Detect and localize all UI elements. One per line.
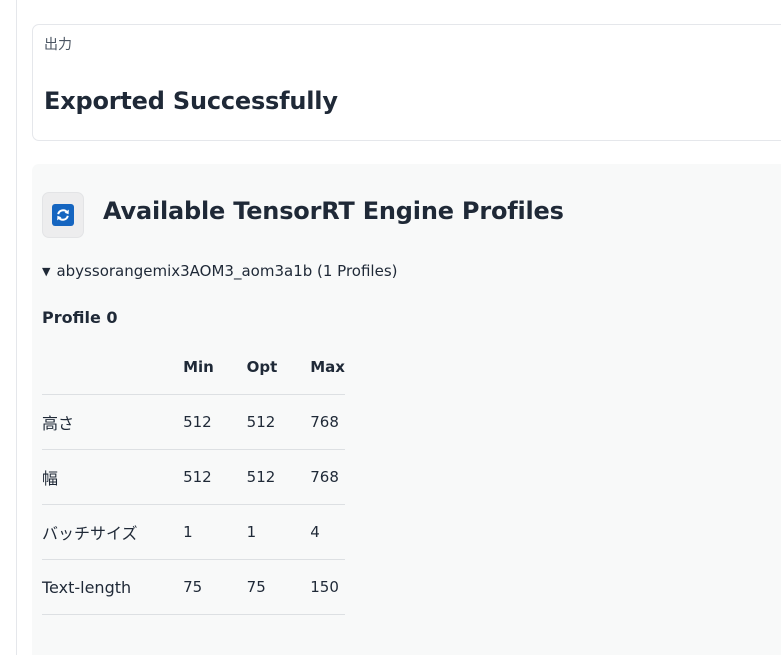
refresh-icon: [52, 204, 74, 226]
model-summary-label: abyssorangemix3AOM3_aom3a1b (1 Profiles): [56, 262, 398, 280]
param-opt: 1: [246, 504, 311, 560]
caret-down-icon: ▼: [42, 265, 51, 278]
param-max: 4: [310, 504, 345, 560]
output-box: 出力 Exported Successfully: [32, 24, 781, 141]
param-min: 512: [183, 394, 247, 450]
table-row: バッチサイズ 1 1 4: [42, 504, 345, 560]
profiles-panel: Available TensorRT Engine Profiles ▼ abys…: [32, 164, 781, 655]
param-name: 幅: [42, 449, 184, 505]
panel-title: Available TensorRT Engine Profiles: [103, 197, 564, 225]
param-max: 768: [310, 394, 345, 450]
table-row: Text-length 75 75 150: [42, 559, 345, 615]
output-label: 出力: [44, 37, 72, 53]
model-summary-toggle[interactable]: ▼ abyssorangemix3AOM3_aom3a1b (1 Profiles…: [42, 262, 398, 280]
param-opt: 512: [246, 449, 311, 505]
left-divider: [16, 0, 17, 655]
param-max: 150: [310, 559, 345, 615]
column-header-min: Min: [183, 340, 247, 395]
profile-table: Min Opt Max 高さ 512 512 768 幅 512 512 768: [42, 340, 345, 615]
param-max: 768: [310, 449, 345, 505]
param-name: バッチサイズ: [42, 504, 184, 560]
param-min: 512: [183, 449, 247, 505]
param-name: Text-length: [42, 559, 184, 615]
table-row: 幅 512 512 768: [42, 449, 345, 505]
table-header-row: Min Opt Max: [42, 340, 345, 395]
param-opt: 512: [246, 394, 311, 450]
param-opt: 75: [246, 559, 311, 615]
column-header-max: Max: [310, 340, 345, 395]
page: 出力 Exported Successfully Available Tenso…: [0, 0, 781, 655]
refresh-button[interactable]: [42, 192, 84, 238]
column-header-param: [42, 340, 184, 395]
param-name: 高さ: [42, 394, 184, 450]
param-min: 75: [183, 559, 247, 615]
profile-heading: Profile 0: [42, 308, 118, 327]
output-message: Exported Successfully: [44, 87, 338, 115]
table-row: 高さ 512 512 768: [42, 394, 345, 450]
param-min: 1: [183, 504, 247, 560]
column-header-opt: Opt: [246, 340, 311, 395]
